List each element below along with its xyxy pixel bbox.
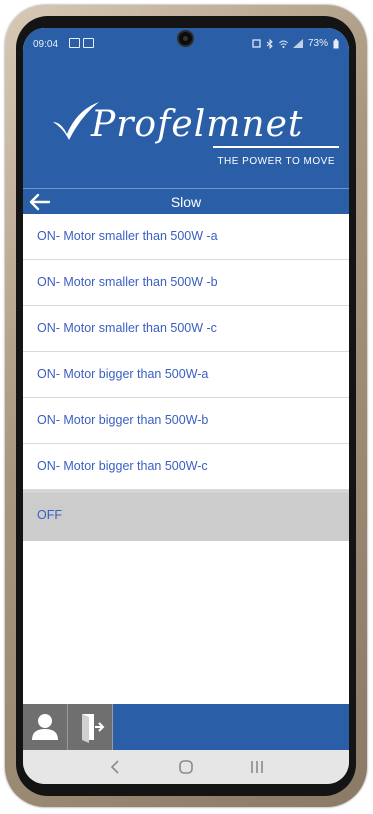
- phone-frame: 09:04 73% Profelmnet THE POWER TO MOVE S…: [5, 5, 367, 807]
- brand-logo: Profelmnet: [91, 104, 304, 145]
- user-icon: [32, 714, 58, 740]
- front-camera: [179, 32, 192, 45]
- option-motor-smaller-b[interactable]: ON- Motor smaller than 500W -b: [23, 260, 349, 306]
- title-bar: Slow: [23, 188, 349, 214]
- option-motor-smaller-c[interactable]: ON- Motor smaller than 500W -c: [23, 306, 349, 352]
- recents-nav-icon[interactable]: [237, 750, 277, 784]
- brand-tagline: THE POWER TO MOVE: [217, 156, 335, 167]
- nfc-icon: [252, 39, 261, 48]
- options-list: ON- Motor smaller than 500W -a ON- Motor…: [23, 214, 349, 541]
- status-time: 09:04: [33, 39, 59, 50]
- system-nav-bar: [23, 750, 349, 784]
- logout-icon: [82, 714, 105, 743]
- bluetooth-icon: [266, 38, 273, 49]
- option-off-selected[interactable]: OFF: [23, 490, 349, 541]
- option-motor-smaller-a[interactable]: ON- Motor smaller than 500W -a: [23, 214, 349, 260]
- battery-icon: [333, 38, 339, 48]
- brand-header: Profelmnet THE POWER TO MOVE: [23, 64, 349, 188]
- status-bar: 09:04 73%: [23, 28, 349, 64]
- gallery-icon: [83, 38, 94, 48]
- option-motor-bigger-a[interactable]: ON- Motor bigger than 500W-a: [23, 352, 349, 398]
- notification-icon: [69, 38, 80, 48]
- phone-bezel: 09:04 73% Profelmnet THE POWER TO MOVE S…: [16, 16, 356, 796]
- app-screen: 09:04 73% Profelmnet THE POWER TO MOVE S…: [23, 28, 349, 784]
- back-nav-icon[interactable]: [95, 750, 135, 784]
- status-right: 73%: [252, 38, 339, 49]
- logout-button[interactable]: [68, 704, 113, 750]
- option-motor-bigger-c[interactable]: ON- Motor bigger than 500W-c: [23, 444, 349, 490]
- battery-percent: 73%: [307, 38, 328, 49]
- home-nav-icon[interactable]: [166, 750, 206, 784]
- user-button[interactable]: [23, 704, 68, 750]
- logo-underline: [213, 146, 339, 148]
- signal-icon: [292, 39, 303, 48]
- bottom-toolbar: [23, 704, 349, 750]
- option-motor-bigger-b[interactable]: ON- Motor bigger than 500W-b: [23, 398, 349, 444]
- wifi-icon: [279, 40, 288, 48]
- page-title: Slow: [170, 194, 202, 210]
- notification-icons: [69, 38, 94, 48]
